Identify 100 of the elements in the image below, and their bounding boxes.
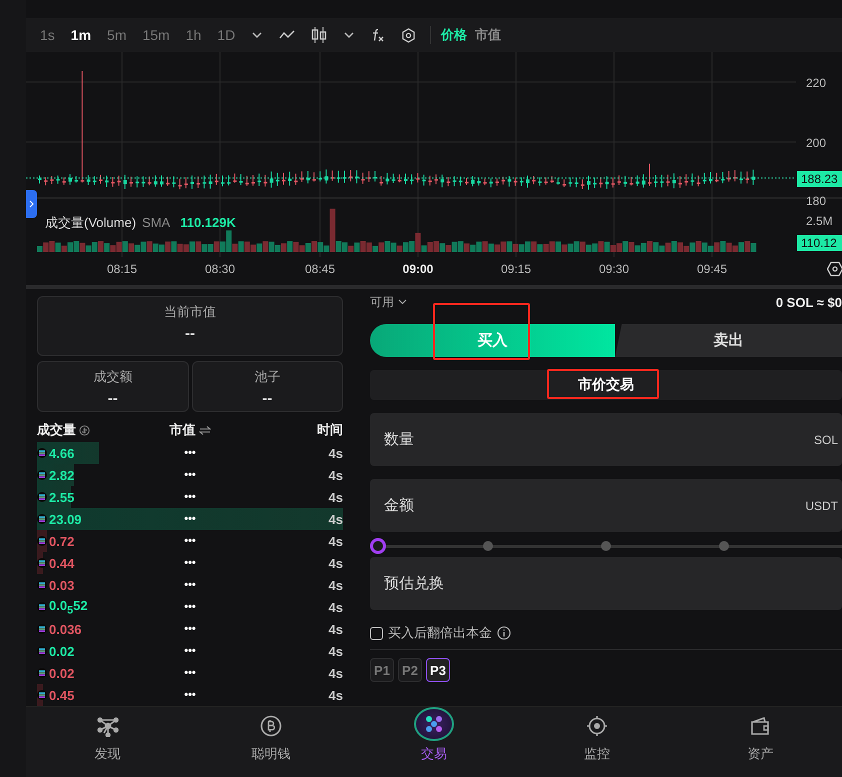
- trade-amount: 0.45: [49, 688, 74, 702]
- token-icon: [37, 536, 47, 546]
- slider-thumb[interactable]: [370, 538, 386, 554]
- trade-time: 4s: [328, 688, 343, 702]
- market-value: •••: [183, 491, 197, 503]
- token-icon: [37, 470, 47, 480]
- volume-legend: 成交量(Volume): [45, 214, 136, 232]
- token-icon: [37, 646, 47, 656]
- market-value: •••: [183, 535, 197, 547]
- estimate-field: 预估兑换: [370, 557, 842, 610]
- preset-tab[interactable]: P2: [398, 658, 422, 682]
- order-type-dropdown[interactable]: 市价交易: [370, 370, 842, 400]
- stat-value: --: [108, 390, 118, 407]
- price-axis-label: 220: [806, 76, 826, 90]
- wallet-icon: [749, 715, 772, 737]
- trade-amount: 0.02: [49, 666, 74, 680]
- trade-amount: 0.02: [49, 644, 74, 658]
- market-value: •••: [183, 447, 197, 459]
- market-value: •••: [183, 469, 197, 481]
- network-icon: [96, 715, 119, 737]
- function-icon[interactable]: [371, 28, 386, 42]
- market-value: •••: [183, 557, 197, 569]
- slider-stop[interactable]: [719, 541, 729, 551]
- trade-time: 4s: [328, 600, 343, 614]
- settings-icon[interactable]: [401, 28, 416, 42]
- checkbox-label[interactable]: 买入后翻倍出本金: [388, 624, 492, 642]
- available-dropdown[interactable]: 可用: [370, 294, 407, 310]
- display-mode-tab[interactable]: 价格: [437, 26, 472, 44]
- trade-time: 4s: [328, 468, 343, 482]
- line-chart-icon[interactable]: [279, 30, 296, 40]
- column-header: 时间: [317, 421, 343, 439]
- last-price-tag: 188.23: [797, 171, 842, 187]
- nav-item[interactable]: 资产: [678, 707, 842, 777]
- time-axis-label: 09:30: [598, 262, 630, 276]
- volume-value: 110.129K: [180, 215, 236, 230]
- token-icon: [37, 514, 47, 524]
- stat-label: 池子: [254, 368, 280, 386]
- token-icon: [37, 492, 47, 502]
- preset-tab[interactable]: P1: [370, 658, 394, 682]
- trade-time: 4s: [328, 578, 343, 592]
- nav-item[interactable]: 监控: [516, 707, 679, 777]
- trade-time: 4s: [328, 644, 343, 658]
- market-value: •••: [183, 601, 197, 613]
- trade-amount: 2.55: [49, 490, 74, 504]
- side-tab[interactable]: 卖出: [615, 324, 842, 357]
- preset-tab[interactable]: P3: [426, 658, 450, 682]
- market-value: •••: [183, 667, 197, 679]
- trade-amount: 0.0$_{5}$52: [49, 598, 88, 616]
- token-icon: [37, 668, 47, 678]
- display-mode-tab[interactable]: 市值: [471, 26, 506, 44]
- market-value: •••: [183, 513, 197, 525]
- trade-time: 4s: [328, 490, 343, 504]
- time-axis-label: 08:15: [106, 262, 138, 276]
- candlestick-icon[interactable]: [311, 26, 328, 44]
- nav-item[interactable]: 交易: [352, 707, 516, 777]
- coin-icon[interactable]: [79, 424, 90, 436]
- volume-axis-label: 2.5M: [806, 214, 833, 228]
- target-icon: [586, 715, 608, 737]
- input-field[interactable]: 金额 USDT: [370, 479, 842, 532]
- price-axis-label: 180: [806, 194, 826, 208]
- interval-tab[interactable]: 15m: [134, 27, 178, 43]
- token-icon: [37, 558, 47, 568]
- last-volume-tag: 110.12: [797, 235, 842, 251]
- column-header: 成交量: [37, 421, 76, 439]
- stat-label: 当前市值: [164, 303, 216, 321]
- trade-time: 4s: [328, 622, 343, 636]
- trade-time: 4s: [328, 666, 343, 680]
- time-axis-label: 09:15: [500, 262, 532, 276]
- chevron-down-icon[interactable]: [251, 31, 264, 39]
- trade-time: 4s: [328, 512, 343, 526]
- slider-track[interactable]: [370, 538, 842, 554]
- market-value: •••: [183, 689, 197, 701]
- chevron-down-icon[interactable]: [398, 299, 407, 305]
- token-icon: [37, 624, 47, 634]
- token-icon: [37, 580, 47, 590]
- chevron-down-icon[interactable]: [343, 31, 356, 39]
- info-icon[interactable]: [497, 626, 511, 640]
- market-value: •••: [183, 579, 197, 591]
- interval-tab[interactable]: 1D: [209, 27, 244, 43]
- stat-value: --: [185, 325, 195, 342]
- slider-stop[interactable]: [601, 541, 611, 551]
- interval-tab[interactable]: 1m: [62, 27, 100, 43]
- input-field[interactable]: 数量 SOL: [370, 413, 842, 466]
- price-axis-label: 200: [806, 136, 826, 150]
- stat-value: --: [262, 390, 272, 407]
- interval-tab[interactable]: 1h: [178, 27, 210, 43]
- interval-tab[interactable]: 1s: [32, 27, 63, 43]
- indicator-name: SMA: [142, 215, 170, 230]
- market-value: •••: [183, 623, 197, 635]
- settings-icon[interactable]: [827, 261, 842, 277]
- expand-handle[interactable]: [26, 190, 37, 218]
- interval-tab[interactable]: 5m: [99, 27, 134, 43]
- slider-stop[interactable]: [483, 541, 493, 551]
- swap-icon[interactable]: [198, 426, 210, 434]
- trade-amount: 0.036: [49, 622, 82, 636]
- checkbox[interactable]: [370, 626, 383, 640]
- nav-item[interactable]: 聪明钱: [189, 707, 352, 777]
- nav-item[interactable]: 发现: [26, 707, 190, 777]
- trade-amount: 2.82: [49, 468, 74, 482]
- trade-time: 4s: [328, 556, 343, 570]
